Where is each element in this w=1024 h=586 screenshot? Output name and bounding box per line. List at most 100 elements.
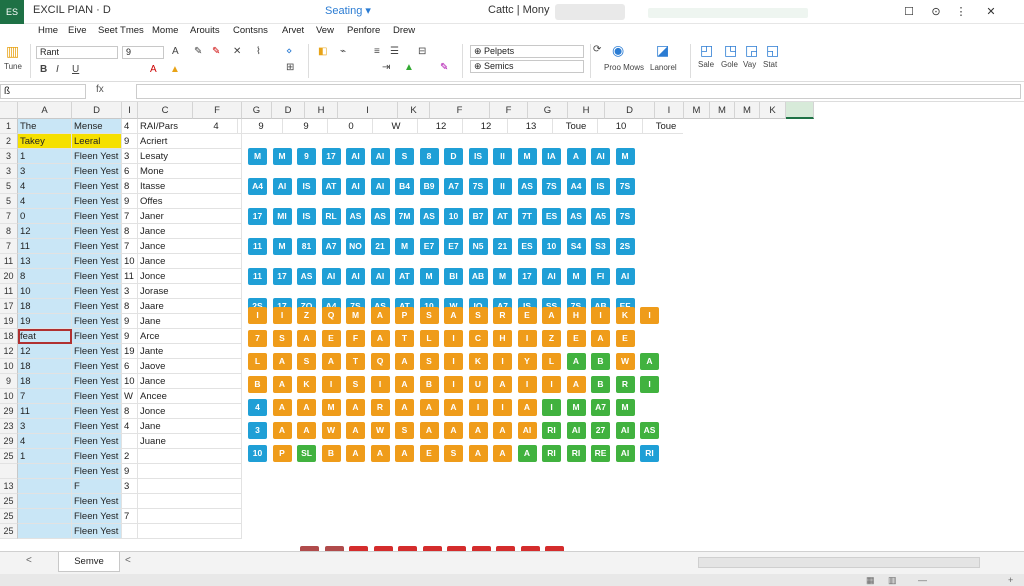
- cell-col-a[interactable]: 7: [18, 389, 72, 404]
- account-icon[interactable]: ⊙: [925, 2, 947, 22]
- seat-cell[interactable]: A: [566, 376, 586, 393]
- seat-cell[interactable]: R: [615, 376, 635, 393]
- seat-cell[interactable]: 7S: [542, 178, 561, 195]
- column-header[interactable]: D: [272, 102, 305, 119]
- seat-cell[interactable]: A: [542, 307, 561, 324]
- seat-cell[interactable]: AS: [566, 208, 586, 225]
- seat-cell[interactable]: A: [272, 422, 292, 439]
- fill-color-icon[interactable]: ▲: [170, 64, 180, 75]
- cell-col-c[interactable]: 3: [122, 479, 138, 494]
- cell-col-d[interactable]: Itasse: [138, 179, 242, 194]
- cell-col-c[interactable]: [122, 494, 138, 509]
- seat-cell[interactable]: M: [566, 268, 586, 285]
- clear-icon[interactable]: ✕: [233, 46, 241, 57]
- seat-cell[interactable]: A: [419, 422, 439, 439]
- row-header[interactable]: 3: [0, 164, 18, 179]
- cell-col-a[interactable]: 0: [18, 209, 72, 224]
- seat-cell[interactable]: M: [346, 307, 365, 324]
- cell-col-b[interactable]: Fleen Yest: [72, 179, 122, 194]
- row-header[interactable]: 25: [0, 494, 18, 509]
- cell-col-c[interactable]: 8: [122, 179, 138, 194]
- seat-cell[interactable]: L: [419, 330, 439, 347]
- column-header[interactable]: F: [193, 102, 242, 119]
- seat-cell[interactable]: ES: [542, 208, 561, 225]
- seat-cell[interactable]: B: [419, 376, 439, 393]
- cell-col-b[interactable]: Leeral: [72, 134, 122, 149]
- cell-col-a[interactable]: 1: [18, 149, 72, 164]
- cell-col-c[interactable]: 9: [122, 329, 138, 344]
- menu-home[interactable]: Hme: [38, 25, 58, 36]
- seat-cell[interactable]: I: [591, 307, 610, 324]
- cell-col-b[interactable]: Fleen Yest: [72, 389, 122, 404]
- cell-col-b[interactable]: Fleen Yest: [72, 329, 122, 344]
- indent-icon[interactable]: ⇥: [382, 62, 390, 73]
- cell-col-a[interactable]: [18, 494, 72, 509]
- seat-cell[interactable]: A: [370, 445, 390, 462]
- seat-cell[interactable]: B: [591, 376, 610, 393]
- column-header[interactable]: D: [605, 102, 655, 119]
- seat-cell[interactable]: 81: [297, 238, 316, 255]
- seat-cell[interactable]: I: [370, 376, 390, 393]
- cell-col-b[interactable]: Fleen Yest: [72, 254, 122, 269]
- italic-icon[interactable]: I: [56, 64, 59, 75]
- seat-cell[interactable]: A: [566, 353, 586, 370]
- seat-cell[interactable]: A7: [591, 399, 610, 416]
- cell-col-d[interactable]: Jorase: [138, 284, 242, 299]
- brush-icon[interactable]: ⌇: [256, 46, 261, 57]
- seat-cell[interactable]: I: [444, 330, 463, 347]
- seat-cell[interactable]: S: [395, 422, 414, 439]
- prev-sheet-icon[interactable]: <: [26, 555, 32, 566]
- seat-cell[interactable]: M: [493, 268, 512, 285]
- seat-cell[interactable]: 7S: [468, 178, 488, 195]
- cell-col-a[interactable]: [18, 524, 72, 539]
- cell-col-d[interactable]: Jonce: [138, 269, 242, 284]
- seat-cell[interactable]: RE: [591, 445, 610, 462]
- seat-cell[interactable]: A: [297, 422, 316, 439]
- cell-col-a[interactable]: 12: [18, 224, 72, 239]
- column-header[interactable]: M: [684, 102, 710, 119]
- seat-cell[interactable]: Y: [517, 353, 537, 370]
- seat-cell[interactable]: II: [493, 178, 512, 195]
- seat-cell[interactable]: K: [615, 307, 635, 324]
- seat-cell[interactable]: A: [272, 353, 292, 370]
- seat-cell[interactable]: I: [542, 399, 561, 416]
- menu-eive[interactable]: Eive: [68, 25, 86, 36]
- seat-cell[interactable]: R: [493, 307, 512, 324]
- cell-col-d[interactable]: [138, 479, 242, 494]
- column-header[interactable]: H: [305, 102, 338, 119]
- cell-col-a[interactable]: [18, 464, 72, 479]
- chevron-down-icon[interactable]: ▾: [365, 5, 371, 17]
- cell-col-c[interactable]: 4: [122, 419, 138, 434]
- cell-col-a[interactable]: 3: [18, 164, 72, 179]
- seat-cell[interactable]: AS: [419, 208, 439, 225]
- name-box[interactable]: ß: [0, 84, 86, 99]
- seat-cell[interactable]: E: [615, 330, 635, 347]
- seat-cell[interactable]: B7: [468, 208, 488, 225]
- seat-cell[interactable]: AS: [297, 268, 316, 285]
- seat-cell[interactable]: A: [346, 422, 365, 439]
- seat-cell[interactable]: E: [566, 330, 586, 347]
- seat-cell[interactable]: S: [346, 376, 365, 393]
- cell-col-d[interactable]: Ancee: [138, 389, 242, 404]
- seat-cell[interactable]: RI: [542, 445, 561, 462]
- style-select-1[interactable]: ⊕ Pelpets: [470, 45, 584, 58]
- row-header[interactable]: 18: [0, 329, 18, 344]
- cell-col-c[interactable]: 9: [122, 134, 138, 149]
- seat-cell[interactable]: A: [444, 422, 463, 439]
- cell-col-d[interactable]: Jance: [138, 224, 242, 239]
- cell-col-b[interactable]: Fleen Yest: [72, 359, 122, 374]
- spin-icon[interactable]: ⟳: [593, 44, 601, 55]
- cell-col-b[interactable]: Fleen Yest: [72, 464, 122, 479]
- cell-col-d[interactable]: Juane: [138, 434, 242, 449]
- seat-cell[interactable]: ES: [517, 238, 537, 255]
- cell-col-b[interactable]: Fleen Yest: [72, 194, 122, 209]
- cell-col-b[interactable]: Fleen Yest: [72, 374, 122, 389]
- seat-cell[interactable]: S: [297, 353, 316, 370]
- seat-cell[interactable]: 11: [248, 238, 267, 255]
- row-header[interactable]: [0, 464, 18, 479]
- cell-col-d[interactable]: Acriert: [138, 134, 242, 149]
- cell-col-b[interactable]: Fleen Yest: [72, 164, 122, 179]
- column-header[interactable]: C: [138, 102, 193, 119]
- cell-col-b[interactable]: Fleen Yest: [72, 494, 122, 509]
- seat-cell[interactable]: SL: [297, 445, 316, 462]
